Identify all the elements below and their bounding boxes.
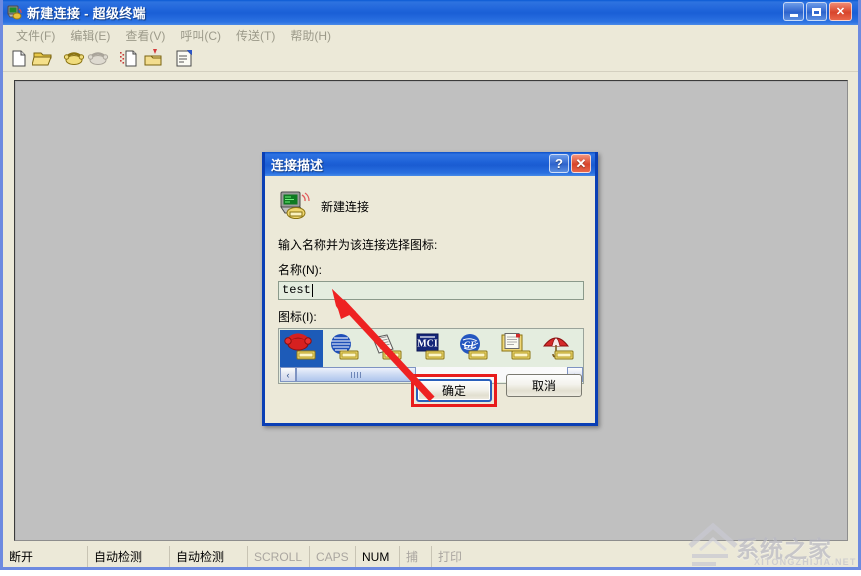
text-caret xyxy=(311,284,313,297)
name-field-label: 名称(N): xyxy=(278,263,322,277)
open-folder-icon[interactable] xyxy=(31,48,55,70)
dialog-header: 新建连接 xyxy=(278,190,582,222)
menu-item-help[interactable]: 帮助(H) xyxy=(283,25,339,46)
icon-list: MCI GE xyxy=(279,329,583,367)
dialog-header-label: 新建连接 xyxy=(321,199,370,214)
notepad-document-icon[interactable] xyxy=(495,330,538,367)
bottom-strip xyxy=(0,570,861,576)
menu-item-edit[interactable]: 编辑(E) xyxy=(63,25,118,46)
status-connection: 断开 xyxy=(3,546,88,567)
ok-button[interactable]: 确定 xyxy=(416,379,492,402)
dialog-button-row: 确定 取消 xyxy=(265,374,595,407)
menu-bar: 文件(F) 编辑(E) 查看(V) 呼叫(C) 传送(T) 帮助(H) xyxy=(3,25,858,46)
status-num: NUM xyxy=(356,546,400,567)
hyperterminal-icon xyxy=(6,4,23,21)
ok-button-highlight: 确定 xyxy=(411,374,497,407)
dialog-close-button[interactable]: ✕ xyxy=(571,154,591,173)
newspaper-icon[interactable] xyxy=(366,330,409,367)
dialog-title: 连接描述 xyxy=(271,157,324,173)
blue-globe-icon[interactable] xyxy=(323,330,366,367)
menu-item-file[interactable]: 文件(F) xyxy=(9,25,63,46)
status-detect-1: 自动检测 xyxy=(88,546,170,567)
status-bar: 断开 自动检测 自动检测 SCROLL CAPS NUM 捕 打印 xyxy=(3,545,858,567)
status-scroll: SCROLL xyxy=(248,546,310,567)
svg-text:MCI: MCI xyxy=(417,338,438,349)
minimize-button[interactable] xyxy=(783,2,804,21)
close-button[interactable]: ✕ xyxy=(829,2,852,21)
menu-item-transfer[interactable]: 传送(T) xyxy=(229,25,283,46)
maximize-button[interactable] xyxy=(806,2,827,21)
call-phone-icon[interactable] xyxy=(63,48,86,70)
name-input[interactable]: test xyxy=(278,281,584,300)
red-umbrella-icon[interactable] xyxy=(538,330,581,367)
computer-modem-icon xyxy=(278,190,312,222)
send-file-icon[interactable] xyxy=(118,48,141,70)
dialog-body: 新建连接 输入名称并为该连接选择图标: 名称(N): test 图标(I): M… xyxy=(265,176,595,423)
dialog-controls: ? ✕ xyxy=(547,154,591,173)
icon-picker-label: 图标(I): xyxy=(278,310,317,324)
help-button[interactable]: ? xyxy=(549,154,569,173)
menu-item-call[interactable]: 呼叫(C) xyxy=(173,25,229,46)
toolbar xyxy=(3,46,858,72)
status-detect-2: 自动检测 xyxy=(170,546,248,567)
cancel-button[interactable]: 取消 xyxy=(506,374,582,397)
mci-logo-icon[interactable]: MCI xyxy=(409,330,452,367)
status-caps: CAPS xyxy=(310,546,356,567)
window-controls: ✕ xyxy=(783,2,854,21)
title-bar: 新建连接 - 超级终端 ✕ xyxy=(3,0,858,25)
ge-logo-icon[interactable]: GE xyxy=(452,330,495,367)
status-capture: 捕 xyxy=(400,546,432,567)
new-connection-icon[interactable] xyxy=(8,48,31,70)
receive-file-icon[interactable] xyxy=(142,48,165,70)
red-telephone-icon[interactable] xyxy=(280,330,323,367)
connection-description-dialog: 连接描述 ? ✕ 新建连接 输入名称并为该连接选择图标: 名称(N): test… xyxy=(262,152,598,426)
properties-icon[interactable] xyxy=(173,48,196,70)
svg-text:GE: GE xyxy=(463,340,476,350)
window-title: 新建连接 - 超级终端 xyxy=(27,6,146,21)
name-input-value: test xyxy=(282,283,311,297)
dialog-title-bar: 连接描述 ? ✕ xyxy=(265,152,595,176)
dialog-instruction: 输入名称并为该连接选择图标: xyxy=(278,238,438,252)
menu-item-view[interactable]: 查看(V) xyxy=(118,25,173,46)
disconnect-phone-icon xyxy=(87,48,110,70)
status-print: 打印 xyxy=(438,550,463,564)
